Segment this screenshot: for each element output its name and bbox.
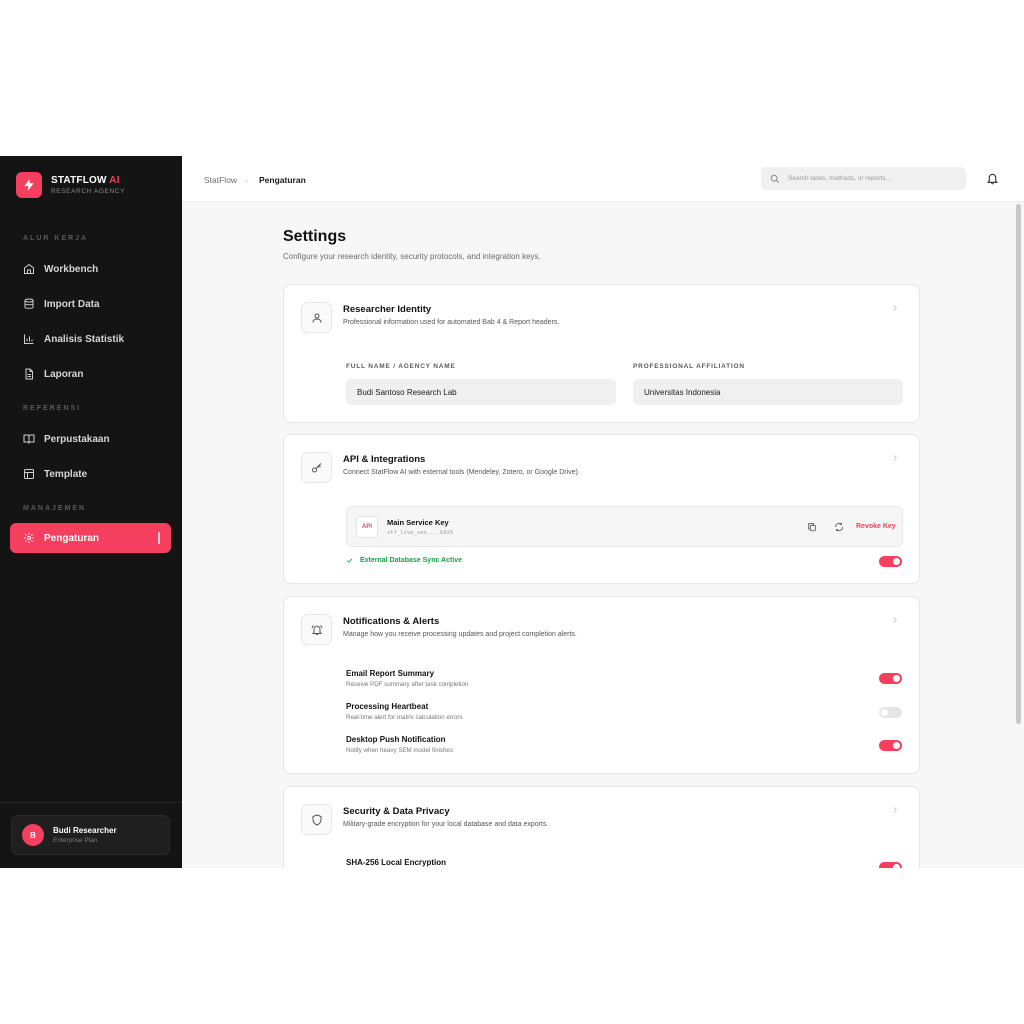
breadcrumb-root[interactable]: StatFlow	[204, 175, 237, 185]
bell-alert-icon	[301, 614, 332, 645]
refresh-icon[interactable]	[834, 522, 844, 532]
page-subtitle: Configure your research identity, securi…	[283, 252, 541, 261]
search-icon	[770, 174, 780, 183]
user-icon	[301, 302, 332, 333]
sidebar-item-perpustakaan[interactable]: Perpustakaan	[10, 424, 171, 454]
email-summary-toggle[interactable]	[879, 673, 902, 684]
sync-toggle[interactable]	[879, 556, 902, 567]
heartbeat-toggle[interactable]	[879, 707, 902, 718]
brand[interactable]: STATFLOW AI RESEARCH AGENCY	[16, 172, 125, 198]
user-profile-card[interactable]: B Budi Researcher Enterprise Plan	[11, 815, 170, 855]
sync-status-label: External Database Sync Active	[360, 557, 463, 564]
search-input[interactable]	[788, 175, 958, 182]
nav-section-referensi: REFERENSI	[23, 405, 82, 412]
bar-chart-icon	[24, 334, 34, 344]
sidebar-item-analisis-statistik[interactable]: Analisis Statistik	[10, 324, 171, 354]
pref-encryption-title: SHA-256 Local Encryption	[346, 858, 447, 867]
brand-name: STATFLOW AI	[51, 175, 120, 186]
active-indicator	[158, 532, 160, 544]
api-key-row: API Main Service Key stf_live_seo....k9z…	[346, 506, 903, 547]
sidebar-item-import-data[interactable]: Import Data	[10, 289, 171, 319]
search-bar[interactable]	[761, 167, 966, 190]
brand-subtitle: RESEARCH AGENCY	[51, 188, 126, 195]
pref-desktop-push-title: Desktop Push Notification	[346, 735, 446, 744]
app-window: STATFLOW AI RESEARCH AGENCY ALUR KERJA W…	[0, 156, 1024, 868]
card-title: Notifications & Alerts	[343, 616, 440, 627]
card-description: Military-grade encryption for your local…	[343, 821, 549, 828]
sidebar-item-label: Template	[44, 468, 88, 480]
bell-icon[interactable]	[986, 172, 999, 185]
card-title: Researcher Identity	[343, 304, 432, 315]
sidebar-item-label: Pengaturan	[44, 532, 100, 544]
main-content: StatFlow › Pengaturan Settings Configure…	[182, 156, 1024, 868]
card-description: Professional information used for automa…	[343, 319, 560, 326]
pref-desktop-push-desc: Notify when heavy SEM model finishes	[346, 747, 453, 754]
revoke-key-button[interactable]: Revoke Key	[856, 523, 896, 530]
sidebar-item-label: Analisis Statistik	[44, 333, 125, 345]
sidebar-item-label: Perpustakaan	[44, 433, 110, 445]
gear-icon	[24, 533, 34, 543]
sidebar-item-label: Laporan	[44, 368, 84, 380]
api-key-name: Main Service Key	[387, 518, 449, 527]
copy-icon[interactable]	[807, 522, 817, 532]
pref-email-summary-title: Email Report Summary	[346, 669, 435, 678]
sidebar-item-template[interactable]: Template	[10, 459, 171, 489]
check-icon	[346, 558, 353, 563]
pref-heartbeat-desc: Real-time alert for matrix calculation e…	[346, 714, 463, 721]
security-card: Security & Data Privacy Military-grade e…	[283, 786, 920, 868]
divider	[0, 802, 182, 803]
api-integrations-card: API & Integrations Connect StatFlow AI w…	[283, 434, 920, 584]
lightning-logo-icon	[16, 172, 42, 198]
pref-heartbeat-title: Processing Heartbeat	[346, 702, 429, 711]
breadcrumb-separator-icon: ›	[245, 175, 248, 185]
avatar: B	[22, 824, 44, 846]
chevron-right-icon[interactable]	[891, 806, 899, 814]
pref-email-summary-desc: Receive PDF summary after task completio…	[346, 681, 469, 688]
full-name-field[interactable]	[346, 379, 616, 405]
chevron-right-icon[interactable]	[891, 616, 899, 624]
sidebar: STATFLOW AI RESEARCH AGENCY ALUR KERJA W…	[0, 156, 182, 868]
sidebar-item-workbench[interactable]: Workbench	[10, 254, 171, 284]
notifications-card: Notifications & Alerts Manage how you re…	[283, 596, 920, 774]
key-icon	[301, 452, 332, 483]
affiliation-label: PROFESSIONAL AFFILIATION	[633, 363, 745, 370]
nav-section-alur-kerja: ALUR KERJA	[23, 235, 89, 242]
api-badge: API	[356, 516, 378, 538]
scrollbar-thumb[interactable]	[1016, 204, 1021, 724]
affiliation-field[interactable]	[633, 379, 903, 405]
page-title: Settings	[283, 228, 347, 245]
desktop-push-toggle[interactable]	[879, 740, 902, 751]
layout-icon	[24, 469, 34, 479]
encryption-toggle[interactable]	[879, 862, 902, 868]
full-name-label: FULL NAME / AGENCY NAME	[346, 363, 456, 370]
researcher-identity-card: Researcher Identity Professional informa…	[283, 284, 920, 423]
card-title: Security & Data Privacy	[343, 806, 450, 817]
chevron-right-icon[interactable]	[891, 304, 899, 312]
user-name: Budi Researcher	[53, 826, 117, 835]
user-plan: Enterprise Plan	[53, 837, 98, 844]
nav-section-manajemen: MANAJEMEN	[23, 505, 87, 512]
sidebar-item-pengaturan[interactable]: Pengaturan	[10, 523, 171, 553]
top-bar: StatFlow › Pengaturan	[182, 156, 1024, 202]
card-title: API & Integrations	[343, 454, 426, 465]
card-description: Connect StatFlow AI with external tools …	[343, 469, 580, 476]
scrollbar[interactable]	[1016, 202, 1022, 868]
book-open-icon	[23, 434, 35, 444]
chevron-right-icon[interactable]	[891, 454, 899, 462]
file-text-icon	[25, 368, 33, 380]
sidebar-item-laporan[interactable]: Laporan	[10, 359, 171, 389]
sync-status: External Database Sync Active	[346, 557, 462, 564]
api-key-value: stf_live_seo....k9z5	[387, 530, 454, 536]
card-description: Manage how you receive processing update…	[343, 631, 577, 638]
shield-icon	[301, 804, 332, 835]
breadcrumb-current: Pengaturan	[259, 175, 306, 185]
sidebar-item-label: Import Data	[44, 298, 100, 310]
sidebar-item-label: Workbench	[44, 263, 99, 275]
database-icon	[24, 298, 34, 309]
home-icon	[24, 263, 34, 274]
